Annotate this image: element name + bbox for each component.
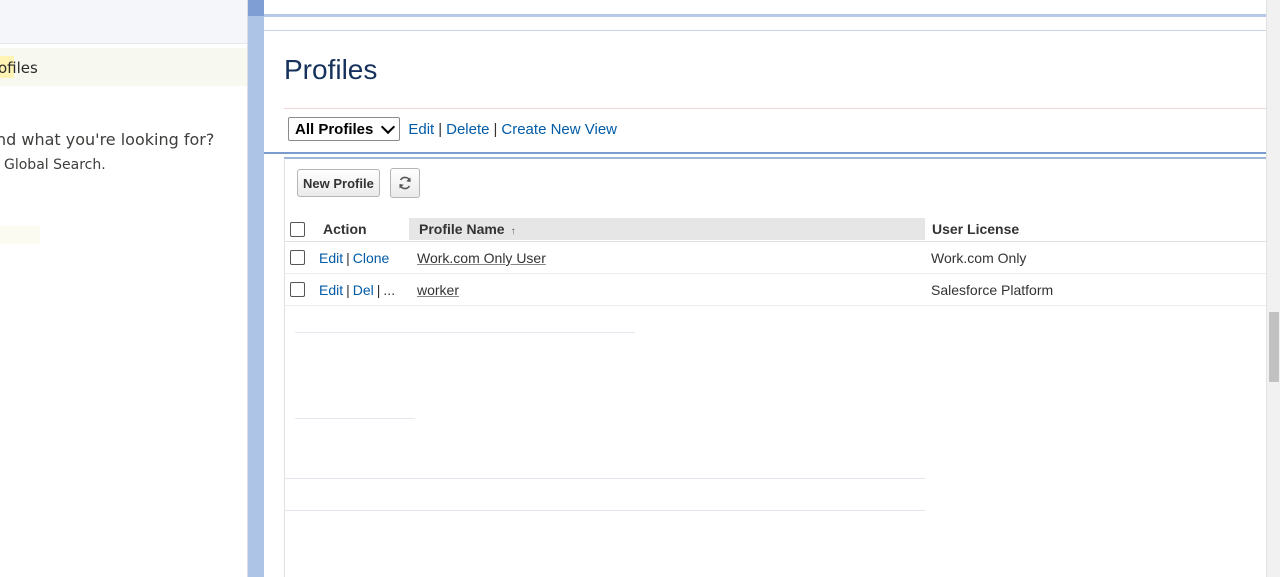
delete-link[interactable]: Del: [353, 282, 374, 298]
row-actions: Edit | Del |...: [319, 282, 395, 298]
more-actions[interactable]: ...: [383, 282, 395, 298]
edit-view-link[interactable]: Edit: [408, 121, 434, 138]
ghost-artifact: [285, 510, 925, 511]
scrollbar-thumb[interactable]: [1269, 312, 1279, 382]
view-selector[interactable]: All Profiles: [288, 117, 401, 141]
profiles-list: New Profile Action Profile Name ↑ User Li…: [284, 160, 1267, 577]
header-band: [264, 14, 1266, 17]
title-divider: [284, 108, 1266, 109]
separator: |: [438, 120, 443, 138]
create-new-view-link[interactable]: Create New View: [501, 121, 617, 138]
ghost-artifact: [285, 478, 925, 479]
table-row: Edit | Del |... worker Salesforce Platform: [285, 274, 1267, 306]
profile-name-link[interactable]: Work.com Only User: [417, 250, 546, 266]
profiles-table: Action Profile Name ↑ User License Edit | C…: [285, 218, 1267, 306]
refresh-button[interactable]: [389, 168, 420, 198]
row-actions: Edit | Clone: [319, 250, 389, 266]
page-scrollbar[interactable]: [1266, 0, 1280, 577]
list-top-rule: [264, 152, 1266, 154]
user-license-value: Salesforce Platform: [931, 282, 1054, 298]
profile-name-link[interactable]: worker: [417, 282, 459, 298]
column-header-action: Action: [323, 221, 367, 237]
setup-sidebar: ofiles nd what you're looking for? Globa…: [0, 0, 248, 577]
sidebar-item-profiles[interactable]: ofiles: [0, 48, 247, 86]
separator: |: [493, 120, 498, 138]
user-license-value: Work.com Only: [931, 250, 1027, 266]
view-bar: All Profiles Edit | Delete | Create New …: [288, 116, 617, 142]
panel-divider-top: [248, 0, 264, 16]
page-title: Profiles: [284, 54, 378, 85]
delete-view-link[interactable]: Delete: [446, 121, 489, 138]
sidebar-help-text: nd what you're looking for?: [0, 130, 215, 149]
sidebar-header-strip: [0, 0, 247, 44]
column-header-label: Profile Name: [419, 221, 505, 237]
chevron-down-icon: [381, 119, 396, 134]
main-content: Profiles All Profiles Edit | Delete | Cr…: [264, 0, 1267, 577]
separator: |: [376, 282, 381, 298]
sidebar-placeholder: [0, 226, 40, 244]
column-header-user-license[interactable]: User License: [932, 221, 1019, 237]
separator: |: [346, 282, 350, 298]
header-rule: [264, 30, 1266, 31]
sidebar-help-link[interactable]: Global Search.: [4, 157, 106, 173]
clone-link[interactable]: Clone: [353, 250, 390, 266]
view-links: Edit | Delete | Create New View: [408, 121, 617, 138]
list-toolbar: New Profile: [297, 168, 420, 198]
row-checkbox[interactable]: [290, 250, 305, 265]
edit-link[interactable]: Edit: [319, 282, 343, 298]
ghost-artifact: [295, 332, 635, 333]
view-selector-value: All Profiles: [295, 120, 374, 138]
select-all-checkbox[interactable]: [290, 222, 305, 237]
panel-divider[interactable]: [248, 0, 264, 577]
table-row: Edit | Clone Work.com Only User Work.com O…: [285, 242, 1267, 274]
separator: |: [346, 250, 350, 266]
row-checkbox[interactable]: [290, 282, 305, 297]
column-header-profile-name[interactable]: Profile Name ↑: [419, 221, 516, 237]
ghost-artifact: [295, 418, 415, 419]
sort-ascending-icon: ↑: [510, 226, 516, 237]
refresh-icon: [399, 176, 411, 190]
list-top-rule-inner: [284, 157, 1266, 159]
table-header: Action Profile Name ↑ User License: [285, 218, 1267, 242]
new-profile-button[interactable]: New Profile: [297, 169, 380, 197]
sidebar-item-label: ofiles: [0, 59, 38, 77]
edit-link[interactable]: Edit: [319, 250, 343, 266]
